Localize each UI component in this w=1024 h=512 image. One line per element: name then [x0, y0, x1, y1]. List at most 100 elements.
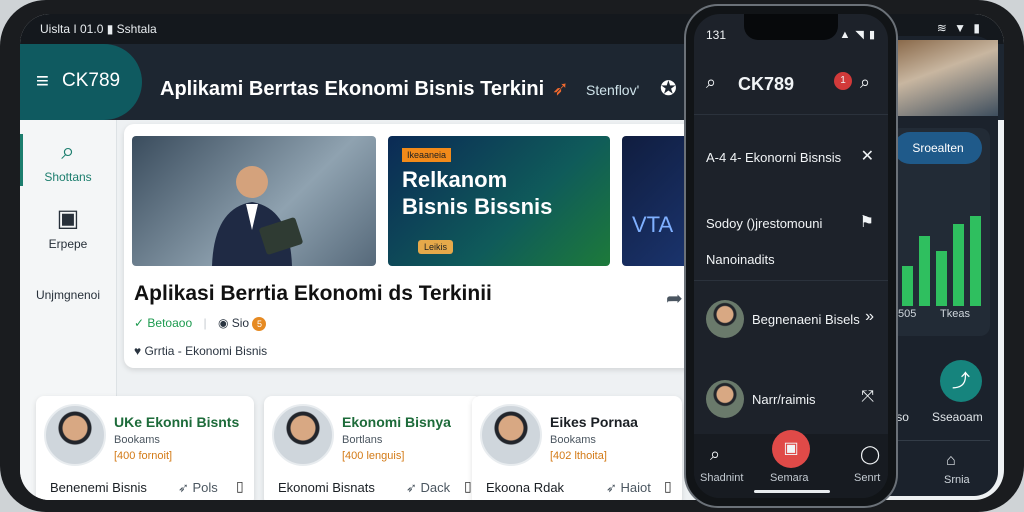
page-title: Aplikami Berrtas Ekonomi Bisnis Terkini — [160, 78, 545, 100]
businessman-image — [212, 166, 303, 266]
avatar — [480, 404, 542, 466]
phone-list-item[interactable]: Begnenaeni Bisels — [752, 312, 860, 327]
home-indicator — [754, 490, 830, 493]
phone-menu-item[interactable]: A-4 4- Ekonorni Bisnsis — [706, 150, 841, 165]
profile-icon[interactable]: ◯ — [860, 444, 880, 465]
header-action-label[interactable]: Stenflov' — [586, 82, 639, 98]
divider: | — [203, 316, 207, 330]
article-card[interactable]: UKe Ekonni Bisnts Bookams [400 fornoit] … — [36, 396, 254, 500]
avatar — [706, 380, 744, 418]
hero-count: Sio — [231, 316, 250, 330]
home-icon[interactable]: ⌕ — [710, 444, 720, 465]
expand-icon[interactable]: ⤧ — [861, 388, 874, 406]
rail-item-other[interactable]: Unjmgnenoi — [20, 288, 116, 302]
bookmark-icon[interactable]: ⚑ — [860, 212, 874, 232]
article-card[interactable]: Ekonomi Bisnya Bortlans [400 lenguis] Ek… — [264, 396, 482, 500]
search-icon: ⌕ — [61, 138, 75, 165]
card-footer: Ekoona Rdak — [486, 480, 565, 495]
card-subtitle: Bortlans — [342, 434, 383, 446]
hero-meta: ✓ Betoaoo | ◉ Sio 5 — [134, 316, 267, 331]
check-circle-icon: ✓ — [134, 316, 145, 330]
article-card[interactable]: Eikes Pornaa Bookams [402 lthoita] Ekoon… — [472, 396, 682, 500]
hero-category: ♥ Grrtia - Ekonomi Bisnis — [134, 344, 267, 358]
chart-bar — [953, 224, 964, 306]
nav-label: Senrt — [854, 472, 881, 484]
hero-category-text: Grrtia - Ekonomi Bisnis — [144, 344, 268, 358]
phone-list-item[interactable]: Narr/raimis — [752, 392, 816, 407]
hero-status: Betoaoo — [147, 316, 193, 330]
card-action[interactable]: ➶ Pols — [178, 480, 218, 496]
chevron-right-icon[interactable]: » — [865, 308, 874, 326]
close-icon[interactable]: ✕ — [861, 146, 874, 166]
phone-bottom-nav: ⌕ Shadnint ▣ Semara ◯ Senrt — [694, 430, 888, 498]
nav-label: Semara — [770, 472, 809, 484]
back-fab-button[interactable]: ⤴ — [940, 360, 982, 402]
search-icon[interactable]: ⌕ — [860, 72, 870, 93]
card-action-label: Pols — [192, 480, 218, 495]
rail-item-label: Unjmgnenoi — [35, 288, 101, 302]
back-phone-photo — [898, 40, 998, 116]
chart-bar — [936, 251, 947, 306]
avatar — [706, 300, 744, 338]
phone-signal: ▲ ◥ ▮ — [839, 29, 876, 41]
divider — [694, 280, 888, 281]
card-footer: Benenemi Bisnis — [50, 480, 147, 495]
card-action-label: Dack — [420, 480, 451, 495]
avatar — [44, 404, 106, 466]
divider — [694, 114, 888, 115]
phone-icon[interactable]: ▯ — [464, 478, 472, 495]
hero-thumb-promo[interactable]: Ikeaaneia Relkanom Bisnis Bissnis Leikis — [388, 136, 610, 266]
card-title: Ekonomi Bisnya — [342, 414, 451, 430]
chart-label: 505 — [898, 308, 917, 320]
heart-icon: ♥ — [134, 344, 142, 358]
avatar — [272, 404, 334, 466]
phone-screen: 131 ▲ ◥ ▮ ⌕ CK789 1 ⌕ A-4 4- Ekonorni Bi… — [694, 14, 888, 498]
card-subtitle: Bookams — [550, 434, 596, 446]
phone-time: 131 — [706, 28, 727, 42]
back-pill-button[interactable]: Sroealten — [894, 132, 982, 164]
card-footer: Ekonomi Bisnats — [278, 480, 375, 495]
chart-bar — [902, 266, 913, 306]
brand-name: CK789 — [62, 70, 121, 91]
phone-menu-item[interactable]: Sodoy ()jrestomouni — [706, 216, 822, 231]
divider — [886, 440, 990, 441]
menu-icon[interactable]: ≡ — [36, 68, 49, 94]
phone-brand: CK789 — [738, 74, 795, 94]
phone-device: 131 ▲ ◥ ▮ ⌕ CK789 1 ⌕ A-4 4- Ekonorni Bi… — [684, 4, 898, 508]
home-icon[interactable]: ⌂ — [946, 452, 956, 470]
chart-bar — [970, 216, 981, 306]
search-icon[interactable]: ⌕ — [706, 72, 716, 93]
promo-headline: Relkanom Bisnis Bissnis — [402, 167, 553, 219]
share-icon[interactable]: ➦ — [666, 286, 683, 311]
status-right: ≋ ▼ ▮ — [936, 21, 982, 35]
phone-icon[interactable]: ▯ — [664, 478, 672, 495]
rail-item-search[interactable]: ⌕ Shottans — [20, 138, 116, 184]
card-action[interactable]: ➶ Haiot — [606, 480, 651, 496]
card-subtitle: Bookams — [114, 434, 160, 446]
card-action[interactable]: ➶ Dack — [406, 480, 450, 496]
rail-item-label: Erpepe — [48, 237, 88, 251]
count-badge: 5 — [252, 317, 267, 331]
card-meta: [400 fornoit] — [114, 450, 173, 462]
back-bottom-label: Sseaoam — [932, 410, 983, 424]
promo-chip: Leikis — [418, 240, 454, 254]
hero-thumb-businessman[interactable] — [132, 136, 376, 266]
phone-icon[interactable]: ▯ — [236, 478, 244, 495]
notification-badge[interactable]: 1 — [834, 72, 852, 90]
phone-notch — [744, 14, 838, 40]
phone-menu-item[interactable]: Nanoinadits — [706, 252, 775, 267]
hero-card[interactable]: Ikeaaneia Relkanom Bisnis Bissnis Leikis… — [124, 124, 744, 368]
card-title: Eikes Pornaa — [550, 414, 638, 430]
hero-title: Aplikasi Berrtia Ekonomi ds Terkinii — [134, 282, 492, 305]
eye-icon: ◉ — [217, 316, 229, 330]
chart-bar — [919, 236, 930, 306]
rail-item-news[interactable]: ▣ Erpepe — [20, 204, 116, 251]
brand-pill[interactable]: ≡ CK789 — [20, 44, 142, 120]
star-icon[interactable]: ✪ — [660, 76, 677, 101]
promo-badge: Ikeaaneia — [402, 148, 452, 162]
back-nav-label: Srnia — [944, 474, 970, 486]
trend-icon[interactable]: ➶ — [552, 76, 569, 101]
card-action-label: Haiot — [620, 480, 651, 495]
game-icon[interactable]: ▣ — [772, 430, 810, 468]
news-icon: ▣ — [56, 205, 80, 232]
